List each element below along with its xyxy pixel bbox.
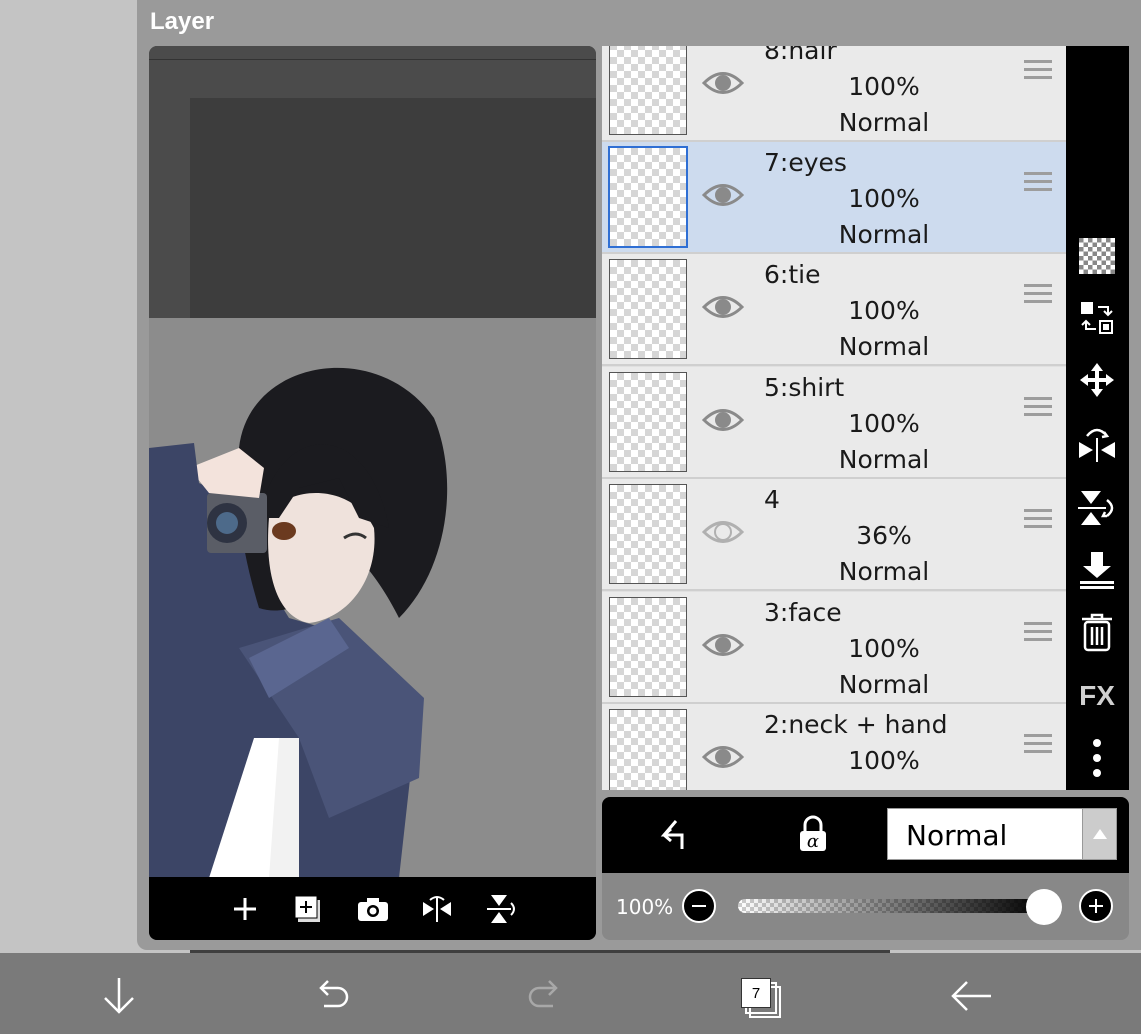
layer-name: 5:shirt — [764, 373, 845, 402]
layer-name: 4 — [764, 485, 780, 514]
layer-row[interactable]: 5:shirt 100% Normal — [602, 367, 1066, 479]
artwork-illustration — [149, 367, 448, 878]
layer-opacity: 100% — [848, 296, 920, 325]
move-icon[interactable] — [1073, 356, 1121, 404]
layer-name: 8:hair — [764, 46, 837, 65]
layer-name: 7:eyes — [764, 148, 847, 177]
layer-dialog: Layer 8:hair 100% Normal 7:eyes 100% Nor… — [137, 0, 1141, 950]
drag-handle-icon[interactable] — [1024, 284, 1052, 306]
opacity-label: 100% — [616, 895, 674, 919]
preview-top-area — [149, 46, 596, 318]
camera-icon[interactable] — [354, 889, 392, 929]
layer-blend-mode: Normal — [838, 332, 930, 361]
layer-row[interactable]: 6:tie 100% Normal — [602, 254, 1066, 366]
layer-row[interactable]: 7:eyes 100% Normal — [602, 142, 1066, 254]
layer-blend-mode: Normal — [838, 557, 930, 586]
eyes-thumbnail[interactable] — [608, 146, 688, 248]
undo-icon[interactable] — [307, 971, 357, 1021]
shirt-thumbnail[interactable] — [609, 372, 687, 472]
drag-handle-icon[interactable] — [1024, 60, 1052, 82]
eye-icon[interactable] — [701, 630, 745, 660]
side-toolbar: FX — [1066, 46, 1129, 790]
face-thumbnail[interactable] — [609, 597, 687, 697]
sketch-thumbnail[interactable] — [609, 484, 687, 584]
layer-opacity: 100% — [848, 72, 920, 101]
canvas-preview — [149, 46, 596, 940]
opacity-bar: 100% — [602, 873, 1129, 940]
clipping-icon[interactable] — [654, 815, 690, 860]
arrow-down-icon[interactable] — [94, 971, 144, 1021]
layer-row[interactable]: 3:face 100% Normal — [602, 592, 1066, 704]
layer-opacity: 100% — [848, 409, 920, 438]
transparency-icon[interactable] — [1073, 232, 1121, 280]
drag-handle-icon[interactable] — [1024, 172, 1052, 194]
layer-blend-mode: Normal — [838, 670, 930, 699]
layer-blend-mode: Normal — [838, 220, 930, 249]
eye-hidden-icon[interactable] — [701, 517, 745, 547]
layer-blend-mode: Normal — [838, 108, 930, 137]
layer-row[interactable]: 2:neck + hand 100% — [602, 704, 1066, 790]
drag-handle-icon[interactable] — [1024, 622, 1052, 644]
add-layer-box-icon[interactable] — [290, 889, 328, 929]
eye-icon[interactable] — [701, 405, 745, 435]
layer-opacity: 100% — [848, 634, 920, 663]
merge-down-icon[interactable] — [1073, 546, 1121, 594]
eye-icon[interactable] — [701, 742, 745, 772]
eye-icon[interactable] — [701, 292, 745, 322]
fx-button[interactable]: FX — [1073, 672, 1121, 720]
layer-opacity: 36% — [856, 521, 912, 550]
neck-hand-thumbnail[interactable] — [609, 709, 687, 790]
opacity-increase-button[interactable] — [1079, 889, 1113, 923]
drag-handle-icon[interactable] — [1024, 509, 1052, 531]
layer-name: 6:tie — [764, 260, 821, 289]
add-layer-icon[interactable] — [226, 889, 264, 929]
alpha-lock-icon[interactable]: α — [796, 815, 830, 860]
layer-opacity: 100% — [848, 184, 920, 213]
opacity-slider-handle[interactable] — [1026, 889, 1062, 925]
tie-thumbnail[interactable] — [609, 259, 687, 359]
flip-horizontal-icon[interactable] — [418, 889, 456, 929]
layer-name: 2:neck + hand — [764, 710, 948, 739]
layers-button[interactable]: 7 — [734, 971, 784, 1021]
chevron-up-icon — [1082, 809, 1116, 859]
swap-icon[interactable] — [1073, 294, 1121, 342]
artwork-preview — [149, 318, 596, 878]
svg-text:α: α — [807, 831, 819, 852]
layer-opacity: 100% — [848, 746, 920, 775]
opacity-decrease-button[interactable] — [682, 889, 716, 923]
drag-handle-icon[interactable] — [1024, 734, 1052, 756]
blend-bar: α Normal — [602, 797, 1129, 873]
preview-toolbar — [149, 877, 596, 940]
layer-row[interactable]: 8:hair 100% Normal — [602, 46, 1066, 142]
blend-mode-select[interactable]: Normal — [887, 808, 1117, 860]
layer-blend-mode: Normal — [838, 445, 930, 474]
trash-icon[interactable] — [1073, 608, 1121, 656]
more-icon[interactable] — [1073, 734, 1121, 782]
layers-count-badge: 7 — [741, 978, 771, 1008]
flip-vertical-icon[interactable] — [1073, 484, 1121, 532]
eye-icon[interactable] — [701, 68, 745, 98]
layer-list[interactable]: 8:hair 100% Normal 7:eyes 100% Normal 6:tie 100… — [602, 46, 1066, 790]
opacity-slider-track[interactable] — [738, 899, 1044, 913]
hair-thumbnail[interactable] — [609, 46, 687, 135]
drag-handle-icon[interactable] — [1024, 397, 1052, 419]
bottom-navigation: 7 — [0, 953, 1141, 1034]
blend-mode-value: Normal — [906, 819, 1008, 852]
eye-icon[interactable] — [701, 180, 745, 210]
redo-icon[interactable] — [520, 971, 570, 1021]
back-arrow-icon[interactable] — [946, 971, 996, 1021]
flip-vertical-icon[interactable] — [482, 889, 520, 929]
flip-horizontal-icon[interactable] — [1073, 420, 1121, 468]
layer-name: 3:face — [764, 598, 842, 627]
layer-row[interactable]: 4 36% Normal — [602, 479, 1066, 591]
dialog-title: Layer — [150, 8, 215, 35]
